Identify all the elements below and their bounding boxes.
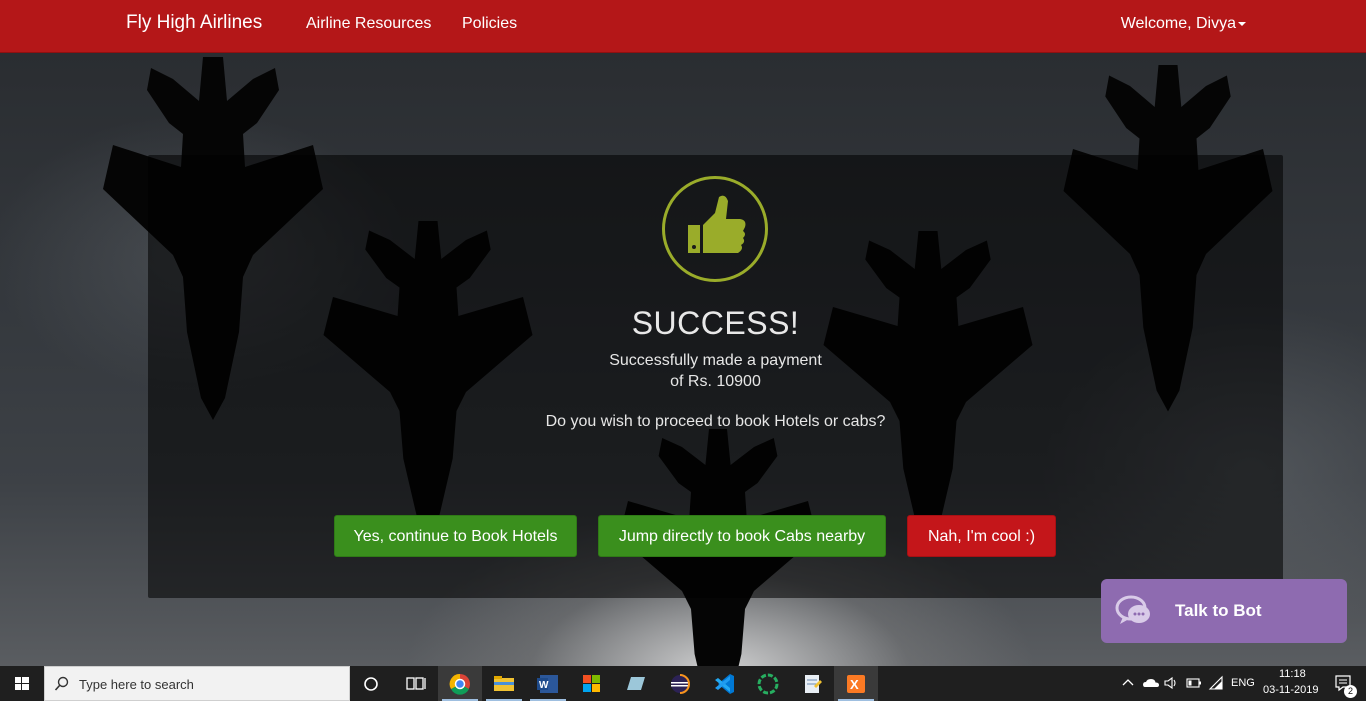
book-cabs-button[interactable]: Jump directly to book Cabs nearby bbox=[598, 515, 886, 557]
volume-icon[interactable] bbox=[1163, 676, 1179, 690]
talk-to-bot-button[interactable]: Talk to Bot bbox=[1101, 579, 1347, 643]
success-panel: SUCCESS! Successfully made a payment of … bbox=[148, 155, 1283, 598]
task-view-icon[interactable] bbox=[394, 666, 438, 701]
payment-message-line-2: of Rs. 10900 bbox=[670, 373, 761, 390]
sticky-notes-icon[interactable] bbox=[614, 666, 658, 701]
user-menu[interactable]: Welcome, Divya bbox=[1121, 15, 1246, 33]
taskbar-search-box[interactable]: Type here to search bbox=[44, 666, 350, 701]
xampp-icon[interactable]: X bbox=[834, 666, 878, 701]
clock-time[interactable]: 11:18 bbox=[1279, 668, 1306, 680]
wifi-icon[interactable] bbox=[1208, 675, 1224, 691]
hero-background: SUCCESS! Successfully made a payment of … bbox=[0, 53, 1366, 666]
thumbs-up-icon bbox=[662, 176, 768, 282]
nav-airline-resources[interactable]: Airline Resources bbox=[306, 15, 431, 33]
payment-message-line-1: Successfully made a payment bbox=[609, 352, 822, 369]
notepad-icon[interactable] bbox=[790, 666, 834, 701]
top-navbar: Fly High Airlines Airline Resources Poli… bbox=[0, 0, 1366, 53]
store-icon[interactable] bbox=[570, 666, 614, 701]
chat-bubbles-icon bbox=[1115, 595, 1150, 624]
decline-button[interactable]: Nah, I'm cool :) bbox=[907, 515, 1056, 557]
windows-start-button[interactable] bbox=[0, 666, 44, 701]
brand-link[interactable]: Fly High Airlines bbox=[126, 12, 262, 34]
word-icon[interactable]: W bbox=[526, 666, 570, 701]
file-explorer-icon[interactable] bbox=[482, 666, 526, 701]
clock-date[interactable]: 03-11-2019 bbox=[1263, 684, 1318, 696]
notification-badge: 2 bbox=[1344, 685, 1357, 698]
chrome-icon[interactable] bbox=[438, 666, 482, 701]
svg-text:X: X bbox=[850, 677, 859, 692]
book-hotels-button[interactable]: Yes, continue to Book Hotels bbox=[334, 515, 577, 557]
cortana-icon[interactable] bbox=[350, 666, 394, 701]
battery-icon[interactable] bbox=[1186, 677, 1202, 689]
success-title: SUCCESS! bbox=[631, 305, 800, 341]
eclipse-icon[interactable] bbox=[658, 666, 702, 701]
chevron-up-icon[interactable] bbox=[1121, 676, 1135, 690]
search-icon bbox=[54, 676, 69, 691]
nav-policies[interactable]: Policies bbox=[462, 15, 517, 33]
onedrive-icon[interactable] bbox=[1142, 676, 1160, 690]
search-placeholder: Type here to search bbox=[79, 677, 194, 692]
vscode-icon[interactable] bbox=[702, 666, 746, 701]
sync-app-icon[interactable] bbox=[746, 666, 790, 701]
windows-taskbar: Type here to search W X ENG 11:18 03-11-… bbox=[0, 666, 1366, 701]
talk-to-bot-label: Talk to Bot bbox=[1175, 601, 1262, 620]
svg-text:W: W bbox=[539, 680, 549, 691]
windows-logo-icon bbox=[15, 677, 29, 690]
caret-down-icon bbox=[1238, 21, 1246, 26]
language-indicator[interactable]: ENG bbox=[1231, 677, 1255, 689]
welcome-text: Welcome, Divya bbox=[1120, 15, 1236, 32]
proceed-question: Do you wish to proceed to book Hotels or… bbox=[545, 413, 886, 430]
